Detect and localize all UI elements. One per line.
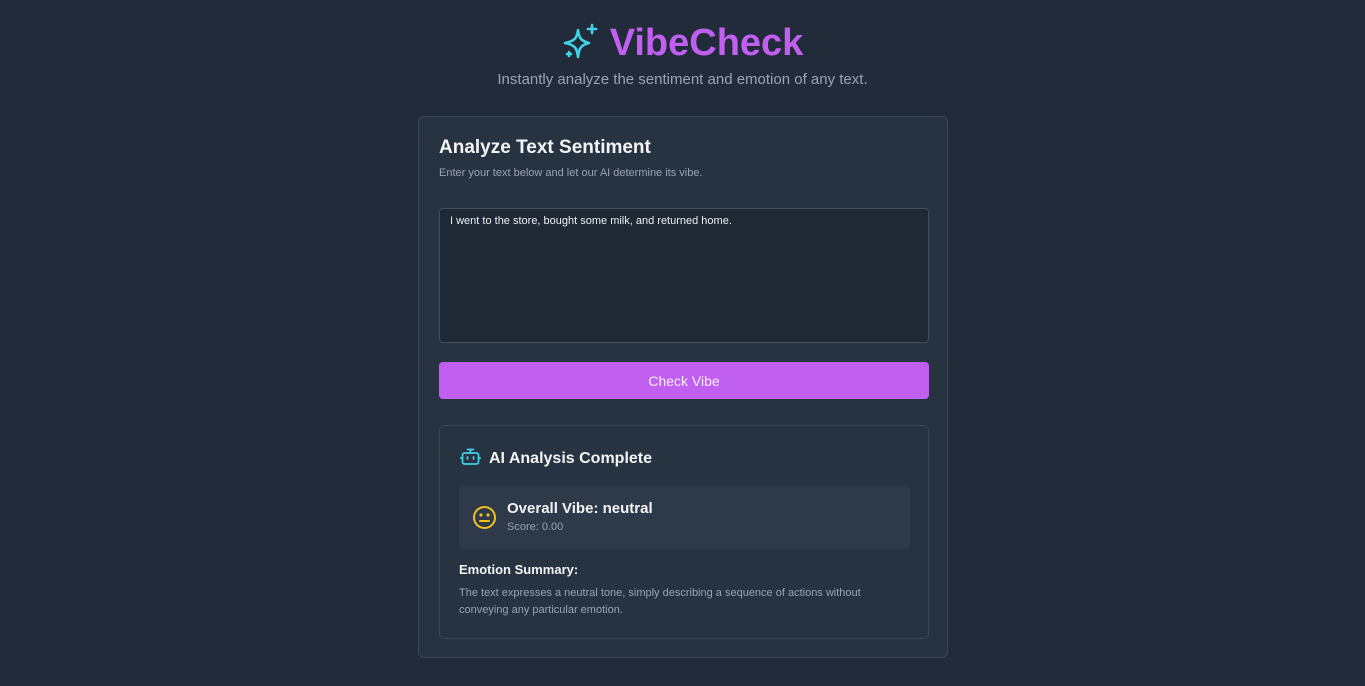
analysis-result-panel: AI Analysis Complete Overall Vibe: neutr… [439, 425, 929, 639]
robot-icon [459, 446, 482, 472]
text-input[interactable]: I went to the store, bought some milk, a… [439, 208, 929, 343]
sparkles-icon [562, 22, 600, 65]
card-description: Enter your text below and let our AI det… [439, 167, 703, 179]
vibe-score: Score: 0.00 [507, 521, 564, 533]
overall-vibe-label: Overall Vibe: neutral [507, 500, 653, 517]
app-subtitle: Instantly analyze the sentiment and emot… [497, 71, 868, 88]
result-title: AI Analysis Complete [489, 450, 653, 467]
app-title: VibeCheck [609, 21, 804, 64]
emotion-summary-text: The text expresses a neutral tone, simpl… [459, 587, 861, 616]
neutral-face-icon [473, 506, 496, 529]
check-vibe-button[interactable]: Check Vibe [439, 362, 929, 399]
title-row: VibeCheck [0, 20, 1365, 66]
emotion-summary-heading: Emotion Summary: [459, 562, 579, 577]
overall-vibe-box: Overall Vibe: neutral Score: 0.00 [459, 487, 910, 549]
card-title: Analyze Text Sentiment [439, 137, 651, 158]
analyzer-card: Analyze Text Sentiment Enter your text b… [418, 116, 948, 658]
result-header: AI Analysis Complete [459, 446, 653, 472]
